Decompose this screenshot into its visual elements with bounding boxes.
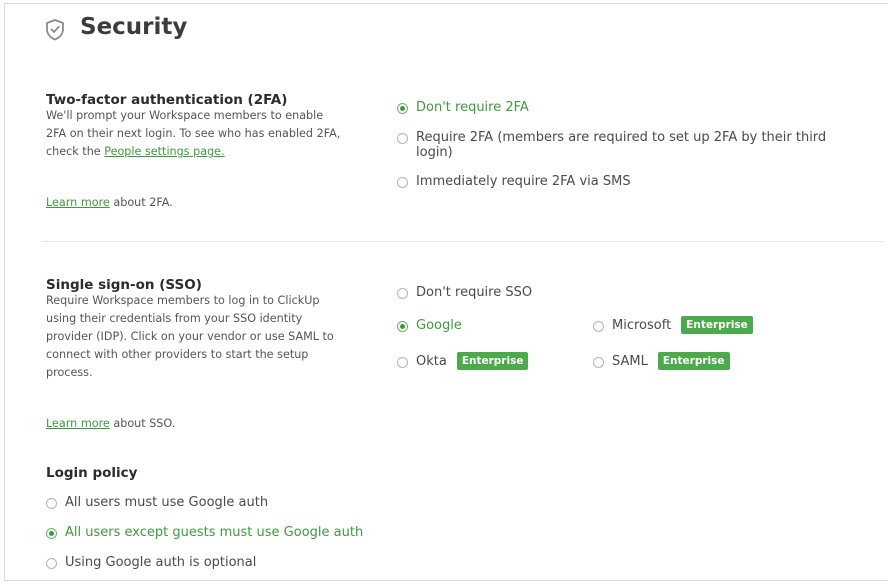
radio-button[interactable] — [397, 177, 408, 188]
two-factor-learn-more: Learn more about 2FA. — [46, 196, 173, 209]
sso-heading: Single sign-on (SSO) — [46, 277, 202, 293]
option-label: Okta Enterprise — [416, 352, 529, 370]
radio-button[interactable] — [593, 321, 604, 332]
two-factor-description: We'll prompt your Workspace members to e… — [46, 107, 346, 161]
radio-button[interactable] — [397, 288, 408, 299]
two-factor-heading: Two-factor authentication (2FA) — [46, 92, 288, 108]
option-label: Using Google auth is optional — [65, 555, 257, 570]
people-settings-link[interactable]: People settings page. — [104, 145, 224, 158]
option-label: Don't require SSO — [416, 285, 533, 300]
radio-button[interactable] — [397, 133, 408, 144]
radio-option-all-except-guests[interactable]: All users except guests must use Google … — [46, 525, 363, 540]
section-divider — [42, 241, 884, 242]
sso-learn-more: Learn more about SSO. — [46, 417, 175, 430]
option-label-text: SAML — [612, 354, 648, 369]
page-title: Security — [80, 14, 188, 40]
sso-description: Require Workspace members to log in to C… — [46, 294, 334, 379]
option-label: All users except guests must use Google … — [65, 525, 364, 540]
radio-option-dont-require-2fa[interactable]: Don't require 2FA — [397, 100, 529, 115]
option-label: SAML Enterprise — [612, 352, 730, 370]
radio-button[interactable] — [397, 357, 408, 368]
radio-option-dont-require-sso[interactable]: Don't require SSO — [397, 285, 532, 300]
radio-option-google[interactable]: Google — [397, 318, 462, 333]
sso-learn-more-suffix: about SSO. — [109, 417, 176, 430]
radio-option-require-2fa-sms[interactable]: Immediately require 2FA via SMS — [397, 174, 631, 189]
radio-button[interactable] — [593, 357, 604, 368]
login-policy-heading: Login policy — [46, 465, 138, 481]
enterprise-badge: Enterprise — [456, 352, 529, 370]
radio-option-require-2fa[interactable]: Require 2FA (members are required to set… — [397, 130, 867, 160]
radio-button-selected[interactable] — [397, 321, 408, 332]
enterprise-badge: Enterprise — [681, 316, 753, 334]
option-label-text: Microsoft — [612, 318, 672, 333]
radio-button[interactable] — [46, 498, 57, 509]
sso-learn-more-link[interactable]: Learn more — [46, 417, 110, 430]
option-label: Microsoft Enterprise — [612, 316, 753, 334]
option-label: Immediately require 2FA via SMS — [416, 174, 631, 189]
radio-option-google-optional[interactable]: Using Google auth is optional — [46, 555, 256, 570]
enterprise-badge: Enterprise — [657, 352, 730, 370]
radio-option-saml[interactable]: SAML Enterprise — [593, 352, 730, 370]
option-label: Google — [416, 318, 462, 333]
radio-button-selected[interactable] — [397, 103, 408, 114]
option-label-text: Okta — [416, 354, 447, 369]
radio-option-all-google-auth[interactable]: All users must use Google auth — [46, 495, 268, 510]
option-label: Require 2FA (members are required to set… — [416, 130, 827, 160]
radio-button[interactable] — [46, 558, 57, 569]
option-label: All users must use Google auth — [65, 495, 269, 510]
shield-check-icon — [44, 18, 66, 42]
two-factor-learn-more-link[interactable]: Learn more — [46, 196, 110, 209]
radio-option-okta[interactable]: Okta Enterprise — [397, 352, 529, 370]
radio-option-microsoft[interactable]: Microsoft Enterprise — [593, 316, 753, 334]
two-factor-learn-more-suffix: about 2FA. — [109, 196, 173, 209]
radio-button-selected[interactable] — [46, 528, 57, 539]
option-label: Don't require 2FA — [416, 100, 529, 115]
